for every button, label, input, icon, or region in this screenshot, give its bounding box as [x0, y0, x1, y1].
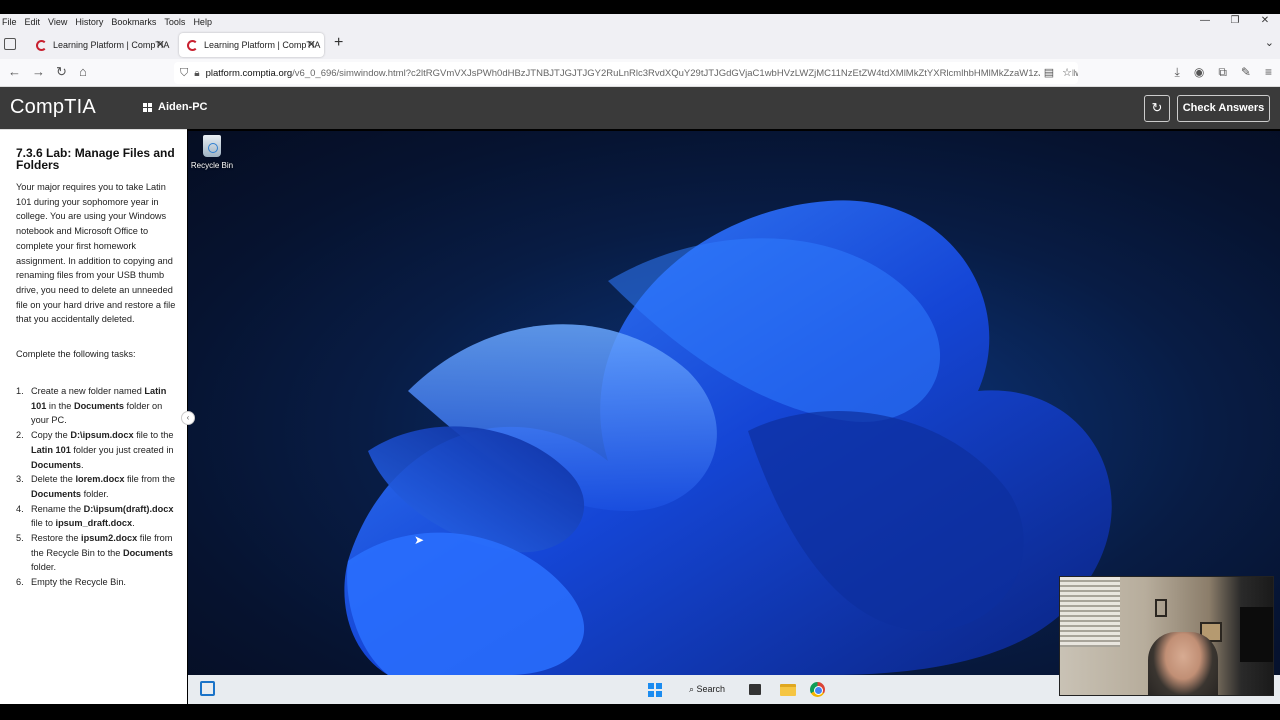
task-text: Delete the lorem.docx file from the Docu…	[31, 474, 176, 499]
menu-history[interactable]: History	[75, 17, 103, 27]
pc-selector[interactable]: Aiden-PC	[143, 101, 208, 113]
extension-icon[interactable]: ✎	[1241, 65, 1251, 80]
mouse-pointer-icon: ➤	[414, 533, 425, 547]
close-tab-icon[interactable]: ✕	[156, 38, 165, 51]
extensions-icon[interactable]: ⧉	[1218, 65, 1227, 80]
task-text: Restore the ipsum2.docx file from the Re…	[31, 533, 173, 573]
check-answers-button[interactable]: Check Answers	[1177, 95, 1270, 122]
account-icon[interactable]: ◉	[1194, 65, 1204, 80]
widgets-icon[interactable]	[200, 681, 215, 696]
menu-bookmarks[interactable]: Bookmarks	[111, 17, 156, 27]
url-actions: ▤ ☆	[1039, 66, 1072, 79]
task-number: 3.	[16, 474, 24, 485]
task-item: 1. Create a new folder named Latin 101 in…	[16, 384, 182, 428]
minimize-icon[interactable]: —	[1190, 14, 1220, 30]
task-text: Copy the D:\ipsum.docx file to the Latin…	[31, 430, 174, 470]
comptia-logo: CompTIA	[10, 96, 96, 118]
search-icon: ⌕	[689, 684, 697, 694]
chrome-icon[interactable]	[810, 682, 825, 697]
task-view-icon[interactable]	[749, 684, 761, 695]
url-host: platform.comptia.org	[205, 67, 293, 79]
task-number: 1.	[16, 386, 24, 396]
recycle-bin-label: Recycle Bin	[190, 161, 234, 170]
tab-title: Learning Platform | CompTIA	[53, 40, 170, 50]
lab-instructions-panel: 7.3.6 Lab: Manage Files and Folders Your…	[0, 129, 187, 704]
task-item: 4. Rename the D:\ipsum(draft).docx file t…	[16, 502, 182, 531]
tab-title: Learning Platform | CompTIA	[204, 40, 321, 50]
tab-list-icon[interactable]	[4, 38, 16, 50]
webcam-overlay	[1059, 576, 1274, 696]
new-tab-icon[interactable]: +	[334, 34, 343, 52]
home-icon[interactable]: ⌂	[79, 65, 87, 79]
lab-description: Your major requires you to take Latin 10…	[16, 182, 176, 325]
shield-icon[interactable]: ⛉	[180, 67, 188, 80]
screen: File Edit View History Bookmarks Tools H…	[0, 0, 1280, 720]
url-text: platform.comptia.org/v6_0_696/simwindow.…	[206, 68, 1078, 79]
forward-icon[interactable]: →	[32, 65, 45, 79]
task-number: 5.	[16, 533, 24, 544]
task-list: 1. Create a new folder named Latin 101 in…	[16, 384, 182, 590]
file-explorer-icon[interactable]	[780, 684, 796, 696]
url-path: /v6_0_696/simwindow.html?c2ltRGVmVXJsPWh…	[292, 67, 1078, 79]
monitor	[1240, 607, 1273, 662]
reset-lab-button[interactable]: ↻	[1144, 95, 1170, 122]
recycle-bin-shortcut[interactable]: Recycle Bin	[188, 133, 236, 170]
comptia-favicon-icon	[187, 39, 198, 51]
taskbar-search[interactable]: ⌕ Search	[689, 684, 725, 695]
bookmark-star-icon[interactable]: ☆	[1062, 66, 1072, 79]
recycle-bin-icon	[203, 135, 221, 157]
close-window-icon[interactable]: ✕	[1250, 14, 1280, 30]
task-text: Empty the Recycle Bin.	[31, 577, 126, 588]
menu-icon[interactable]: ≡	[1265, 65, 1272, 80]
search-label: Search	[696, 684, 726, 694]
reload-icon[interactable]: ↻	[56, 65, 67, 79]
lock-icon[interactable]: 🔒︎	[194, 68, 199, 79]
navigation-bar: ← → ↻ ⌂ ⛉ 🔒︎ platform.comptia.org/v6_0_6…	[0, 59, 1280, 87]
window-controls: — ❐ ✕	[1190, 14, 1280, 30]
window-blinds	[1060, 577, 1120, 647]
picture-frame	[1155, 599, 1167, 617]
lab-header: CompTIA Aiden-PC ↻ Check Answers	[0, 87, 1280, 129]
task-number: 6.	[16, 577, 24, 588]
task-item: 5. Restore the ipsum2.docx file from the …	[16, 531, 182, 575]
collapse-panel-icon[interactable]: ‹	[181, 411, 195, 425]
address-bar[interactable]: ⛉ 🔒︎ platform.comptia.org/v6_0_696/simwi…	[174, 62, 1078, 84]
menu-file[interactable]: File	[2, 17, 17, 27]
task-text: Create a new folder named Latin 101 in t…	[31, 386, 167, 426]
chevron-down-icon[interactable]: ⌄	[1265, 36, 1274, 49]
tab-2-active[interactable]: Learning Platform | CompTIA ✕	[179, 33, 324, 57]
back-icon[interactable]: ←	[8, 65, 21, 79]
tab-bar: Learning Platform | CompTIA ✕ Learning P…	[0, 30, 1280, 59]
download-icon[interactable]: ⤓	[1175, 65, 1180, 80]
reader-view-icon[interactable]: ▤	[1044, 66, 1054, 79]
tab-1[interactable]: Learning Platform | CompTIA ✕	[28, 33, 173, 57]
close-tab-icon[interactable]: ✕	[307, 38, 316, 51]
presenter	[1148, 632, 1218, 695]
restore-icon[interactable]: ❐	[1220, 14, 1250, 30]
task-text: Rename the D:\ipsum(draft).docx file to …	[31, 503, 174, 529]
menu-edit[interactable]: Edit	[25, 17, 41, 27]
menu-view[interactable]: View	[48, 17, 67, 27]
toolbar-right: ⤓ ◉ ⧉ ✎ ≡	[1175, 65, 1272, 80]
task-intro: Complete the following tasks:	[16, 349, 136, 359]
browser-menubar: File Edit View History Bookmarks Tools H…	[0, 14, 1280, 30]
comptia-favicon-icon	[36, 39, 47, 51]
task-number: 4.	[16, 503, 24, 514]
pc-name: Aiden-PC	[158, 101, 208, 113]
task-number: 2.	[16, 430, 24, 441]
start-icon[interactable]	[648, 683, 662, 697]
menu-help[interactable]: Help	[193, 17, 212, 27]
task-item: 6. Empty the Recycle Bin.	[16, 575, 182, 590]
task-item: 3. Delete the lorem.docx file from the Do…	[16, 472, 182, 501]
task-item: 2. Copy the D:\ipsum.docx file to the Lat…	[16, 428, 182, 472]
windows-icon	[143, 102, 152, 112]
menu-tools[interactable]: Tools	[164, 17, 185, 27]
lab-title: 7.3.6 Lab: Manage Files and Folders	[16, 146, 175, 172]
